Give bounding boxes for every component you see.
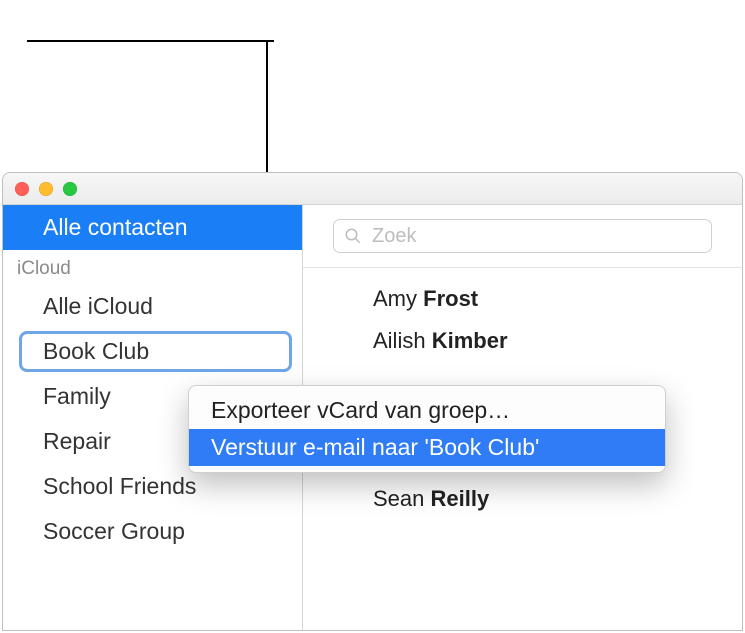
minimize-icon[interactable] [39, 182, 53, 196]
contact-row[interactable]: Ailish Kimber [373, 320, 742, 362]
sidebar-group-item[interactable]: Alle iCloud [3, 284, 302, 329]
maximize-icon[interactable] [63, 182, 77, 196]
annotation-line [27, 40, 274, 42]
contact-row[interactable] [373, 362, 742, 378]
search-field[interactable] [333, 219, 712, 253]
sidebar-section-header: iCloud [3, 250, 302, 284]
close-icon[interactable] [15, 182, 29, 196]
context-menu: Exporteer vCard van groep… Verstuur e-ma… [188, 385, 666, 473]
search-input[interactable] [372, 225, 701, 248]
search-icon [344, 227, 362, 245]
menu-item-export-vcard[interactable]: Exporteer vCard van groep… [189, 392, 665, 429]
contact-row[interactable]: Amy Frost [373, 278, 742, 320]
search-wrap [303, 205, 742, 268]
window-titlebar [3, 173, 742, 205]
sidebar-group-item[interactable]: Soccer Group [3, 509, 302, 554]
sidebar-all-contacts[interactable]: Alle contacten [3, 205, 302, 250]
contact-row[interactable]: Sean Reilly [373, 478, 742, 520]
menu-item-send-email[interactable]: Verstuur e-mail naar 'Book Club' [189, 429, 665, 466]
sidebar-group-item[interactable]: Book Club [3, 329, 302, 374]
